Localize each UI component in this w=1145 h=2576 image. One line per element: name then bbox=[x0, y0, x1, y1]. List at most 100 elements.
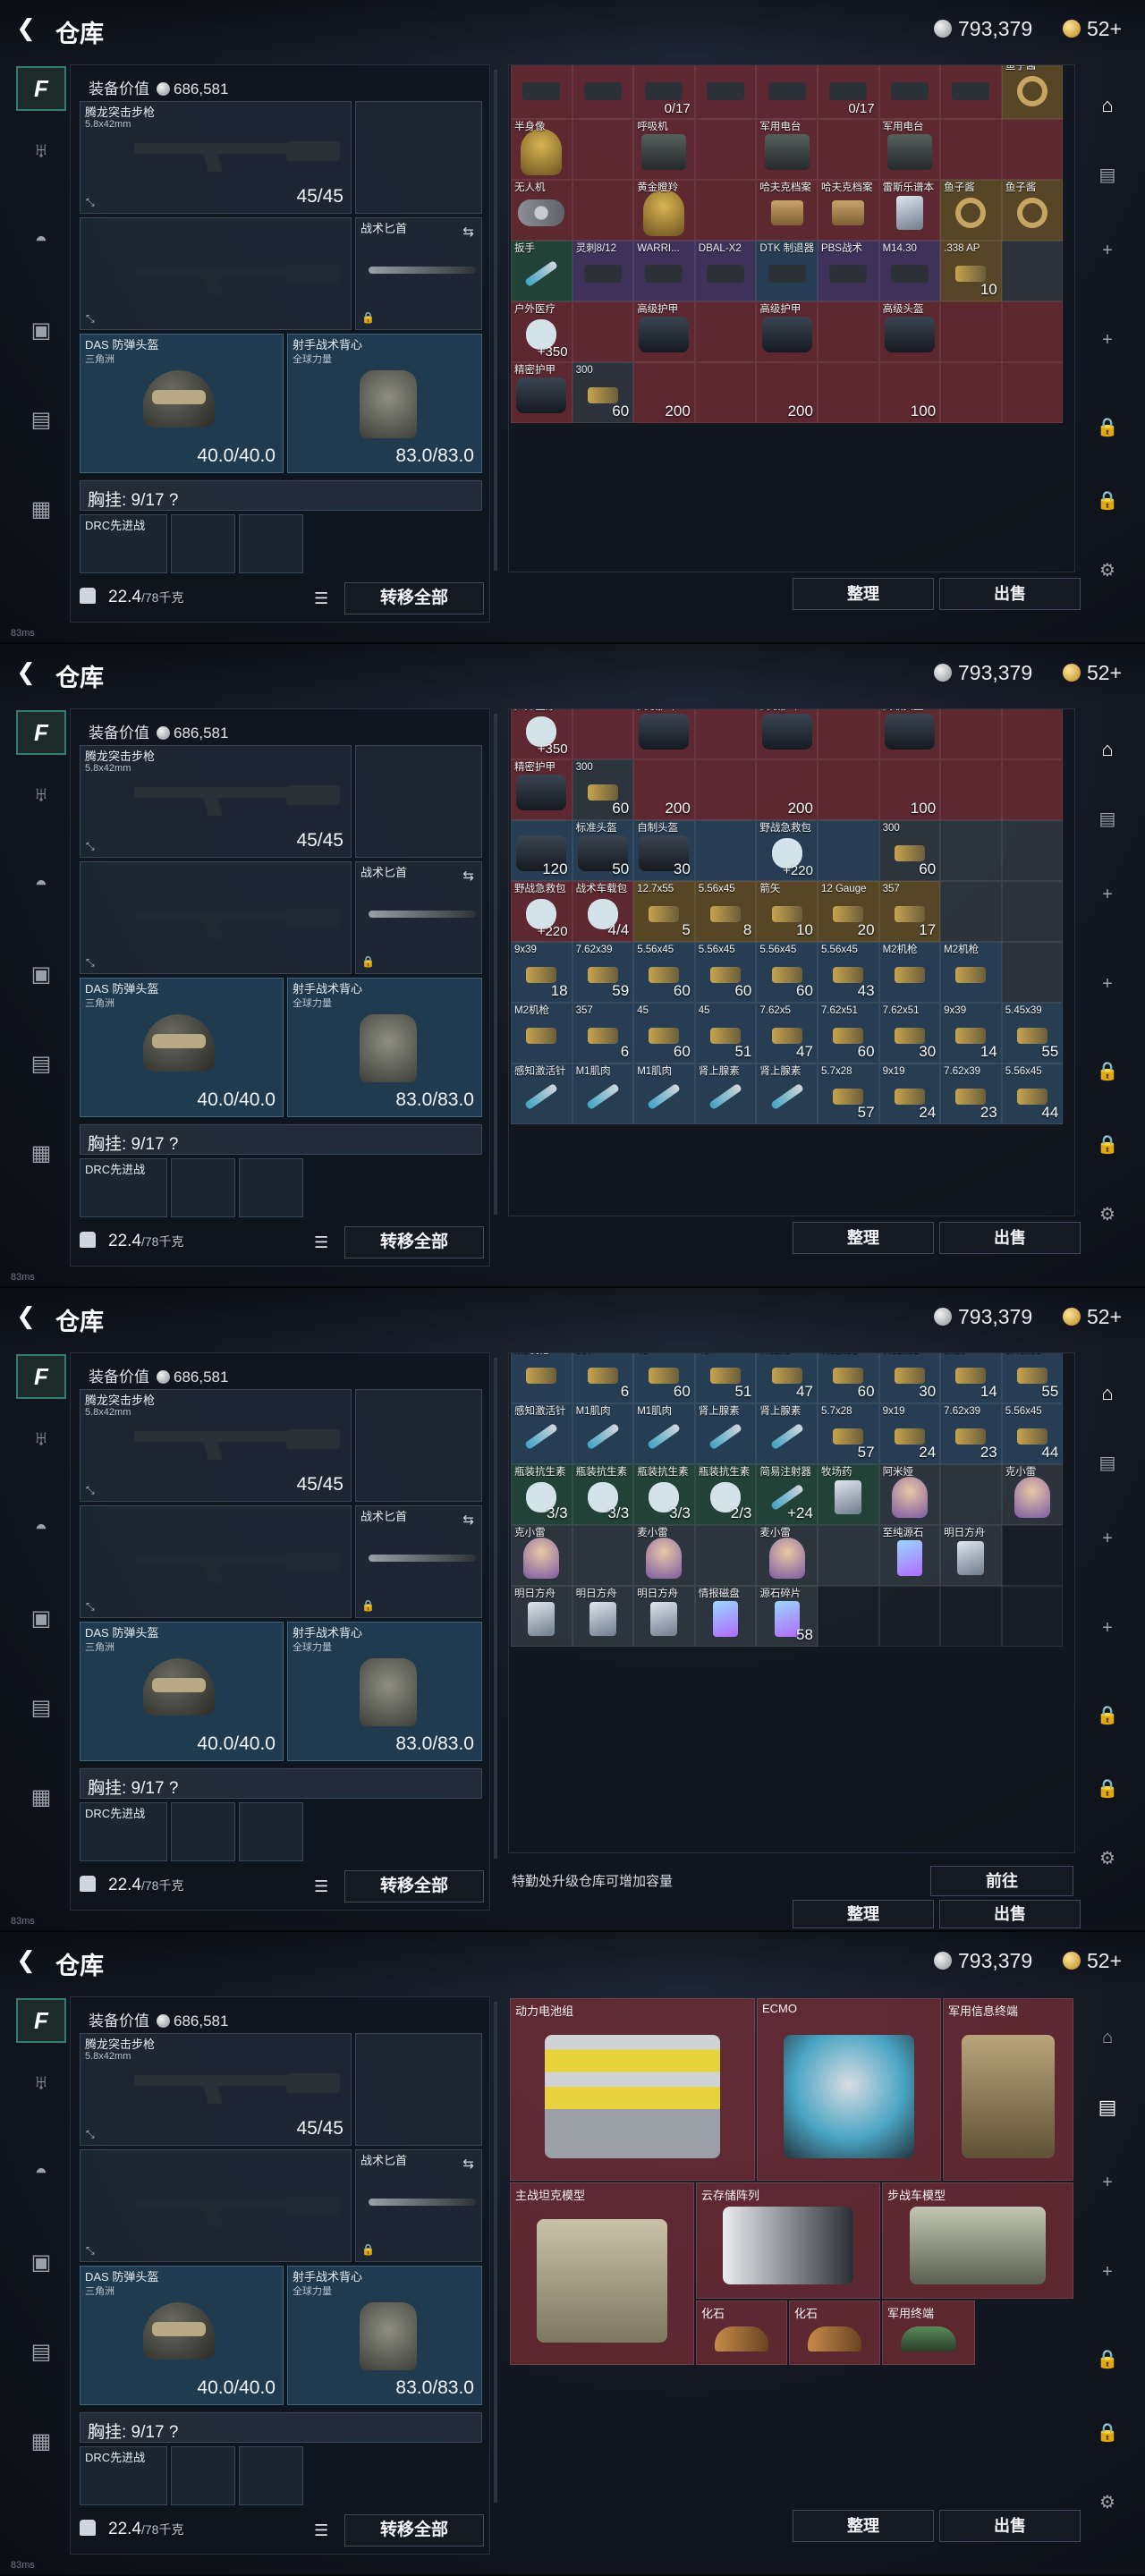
equipment-scrollbar[interactable] bbox=[494, 70, 497, 571]
stash-item[interactable]: 化石 bbox=[696, 2301, 787, 2365]
stash-item[interactable]: M1肌肉 bbox=[633, 1063, 695, 1124]
list-icon[interactable]: ☰ bbox=[314, 1233, 328, 1252]
container-icon[interactable]: ▤ bbox=[16, 2329, 66, 2374]
stash-item[interactable]: 高级头盔 bbox=[878, 301, 941, 362]
case-icon[interactable]: ▦ bbox=[16, 487, 66, 531]
stash-item[interactable]: 明日方舟 bbox=[940, 1525, 1002, 1586]
stash-item[interactable]: M14.30 bbox=[878, 241, 941, 301]
stash-item[interactable] bbox=[572, 180, 634, 241]
case-icon[interactable]: ▦ bbox=[16, 1775, 66, 1819]
gold-currency[interactable]: 52+ bbox=[1063, 1304, 1122, 1329]
stash-tab-icon[interactable]: ⌂ bbox=[1091, 89, 1124, 122]
stash-item[interactable]: 肾上腺素 bbox=[694, 1063, 757, 1124]
helmet-icon[interactable]: ◓ bbox=[16, 862, 66, 907]
locked-tab-icon[interactable]: 🔒 bbox=[1091, 411, 1124, 444]
stash-item[interactable] bbox=[940, 820, 1002, 881]
back-button[interactable]: ❮ bbox=[13, 14, 39, 41]
stash-item[interactable]: 45 60 bbox=[633, 1003, 695, 1063]
stash-item[interactable]: 野战急救包 +220 bbox=[756, 820, 818, 881]
locked-tab-icon[interactable]: 🔒 bbox=[1091, 1699, 1124, 1732]
stash-item[interactable]: 半身像 bbox=[511, 119, 572, 180]
stash-large-item[interactable]: 云存储阵列 bbox=[696, 2182, 880, 2299]
stash-tab2-icon[interactable]: ▤ bbox=[1091, 2091, 1124, 2123]
stash-item[interactable] bbox=[694, 119, 757, 180]
stash-item[interactable] bbox=[511, 65, 572, 119]
secondary-weapon-slot[interactable]: ⤡ bbox=[80, 861, 352, 974]
stash-item[interactable] bbox=[1001, 881, 1064, 942]
stash-item[interactable]: 瓶装抗生素 3/3 bbox=[511, 1464, 572, 1525]
stash-item[interactable]: 5.56x45 8 bbox=[694, 881, 757, 942]
helmet-slot[interactable]: DAS 防弹头盔 三角洲 40.0/40.0 bbox=[80, 1622, 284, 1761]
settings-icon[interactable]: ⚙ bbox=[1091, 2487, 1124, 2519]
helmet-icon[interactable]: ◓ bbox=[16, 1506, 66, 1551]
list-icon[interactable]: ☰ bbox=[314, 2521, 328, 2540]
goto-button[interactable]: 前往 bbox=[930, 1866, 1073, 1896]
backpack-slot[interactable]: DRC先进战 bbox=[80, 1158, 167, 1217]
back-button[interactable]: ❮ bbox=[13, 658, 39, 685]
stash-item[interactable]: 标准头盔 50 bbox=[572, 820, 634, 881]
back-button[interactable]: ❮ bbox=[13, 1946, 39, 1973]
stash-item[interactable] bbox=[572, 301, 634, 362]
stash-item[interactable] bbox=[940, 301, 1002, 362]
primary-weapon-slot[interactable]: 腾龙突击步枪 5.8x42mm 45/45 ⤡ bbox=[80, 2033, 352, 2146]
stash-item[interactable] bbox=[694, 362, 757, 423]
stash-item[interactable] bbox=[817, 759, 879, 820]
settings-icon[interactable]: ⚙ bbox=[1091, 555, 1124, 587]
stash-item[interactable] bbox=[940, 65, 1002, 119]
gold-currency[interactable]: 52+ bbox=[1063, 660, 1122, 685]
add-tab2-icon[interactable]: + bbox=[1091, 2256, 1124, 2288]
stash-item[interactable]: 300 60 bbox=[572, 759, 634, 820]
stash-item[interactable] bbox=[1001, 362, 1064, 423]
stash-large-item[interactable]: 动力电池组 bbox=[510, 1998, 755, 2181]
stash-item[interactable]: 高级头盔 bbox=[878, 709, 941, 759]
stash-item[interactable]: 牧场药 bbox=[817, 1464, 879, 1525]
stash-item[interactable] bbox=[694, 820, 757, 881]
stash-item[interactable]: 100 bbox=[878, 759, 941, 820]
equipment-scrollbar[interactable] bbox=[494, 1358, 497, 1859]
stash-item[interactable]: 麦小雷 bbox=[633, 1525, 695, 1586]
stash-item[interactable]: 感知激活针 bbox=[511, 1063, 572, 1124]
stash-large-item[interactable]: 军用信息终端 bbox=[943, 1998, 1073, 2181]
primary-weapon-slot[interactable]: 腾龙突击步枪 5.8x42mm 45/45 ⤡ bbox=[80, 101, 352, 214]
stash-item[interactable]: 至纯源石 bbox=[878, 1525, 941, 1586]
stash-item[interactable]: 300 60 bbox=[572, 362, 634, 423]
stash-item[interactable] bbox=[940, 1464, 1002, 1525]
stash-item[interactable]: 9x19 24 bbox=[878, 1403, 941, 1464]
stash-item[interactable] bbox=[756, 65, 818, 119]
silver-currency[interactable]: 793,379 bbox=[934, 1948, 1032, 1973]
armor-icon[interactable]: ♅ bbox=[16, 773, 66, 818]
stash-item[interactable]: 5.7x28 57 bbox=[817, 1063, 879, 1124]
stash-item[interactable]: 瓶装抗生素 3/3 bbox=[572, 1464, 634, 1525]
stash-item[interactable] bbox=[694, 1525, 757, 1586]
stash-item[interactable]: 扳手 bbox=[511, 241, 572, 301]
stash-item[interactable]: 200 bbox=[633, 362, 695, 423]
chest-rig-bar[interactable]: 胸挂: 9/17 ? bbox=[80, 480, 482, 511]
stash-item[interactable]: 自制头盔 30 bbox=[633, 820, 695, 881]
add-tab-icon[interactable]: + bbox=[1091, 1522, 1124, 1555]
sort-button[interactable]: 整理 bbox=[793, 1900, 934, 1928]
stash-item[interactable]: 5.56x45 60 bbox=[633, 942, 695, 1003]
stash-item[interactable]: 无人机 bbox=[511, 180, 572, 241]
stash-item[interactable]: 瓶装抗生素 2/3 bbox=[694, 1464, 757, 1525]
stash-item[interactable]: 5.56x45 60 bbox=[756, 942, 818, 1003]
add-tab-icon[interactable]: + bbox=[1091, 234, 1124, 267]
add-tab2-icon[interactable]: + bbox=[1091, 1612, 1124, 1644]
stash-item[interactable]: 45 60 bbox=[633, 1353, 695, 1403]
stash-tab-icon[interactable]: ⌂ bbox=[1091, 733, 1124, 766]
stash-item[interactable]: M1肌肉 bbox=[572, 1063, 634, 1124]
stash-item[interactable]: 高级护甲 bbox=[633, 301, 695, 362]
stash-item[interactable]: 战术车载包 4/4 bbox=[572, 881, 634, 942]
pouch-slot[interactable] bbox=[171, 514, 235, 573]
stash-item[interactable]: 阿米娅 bbox=[878, 1464, 941, 1525]
stash-item[interactable]: 357 6 bbox=[572, 1003, 634, 1063]
stash-item[interactable]: 7.62x51 30 bbox=[878, 1353, 941, 1403]
stash-item[interactable]: PBS战术 bbox=[817, 241, 879, 301]
stash-item[interactable]: 简易注射器 +24 bbox=[756, 1464, 818, 1525]
stash-item[interactable]: 7.62x51 30 bbox=[878, 1003, 941, 1063]
pouch-slot[interactable] bbox=[239, 1802, 303, 1861]
stash-item[interactable]: 明日方舟 bbox=[511, 1586, 572, 1647]
stash-item[interactable] bbox=[940, 1586, 1002, 1647]
pouch-slot[interactable] bbox=[171, 1158, 235, 1217]
stash-item[interactable]: 5.45x39 55 bbox=[1001, 1353, 1064, 1403]
stash-item[interactable]: 9x19 24 bbox=[878, 1063, 941, 1124]
